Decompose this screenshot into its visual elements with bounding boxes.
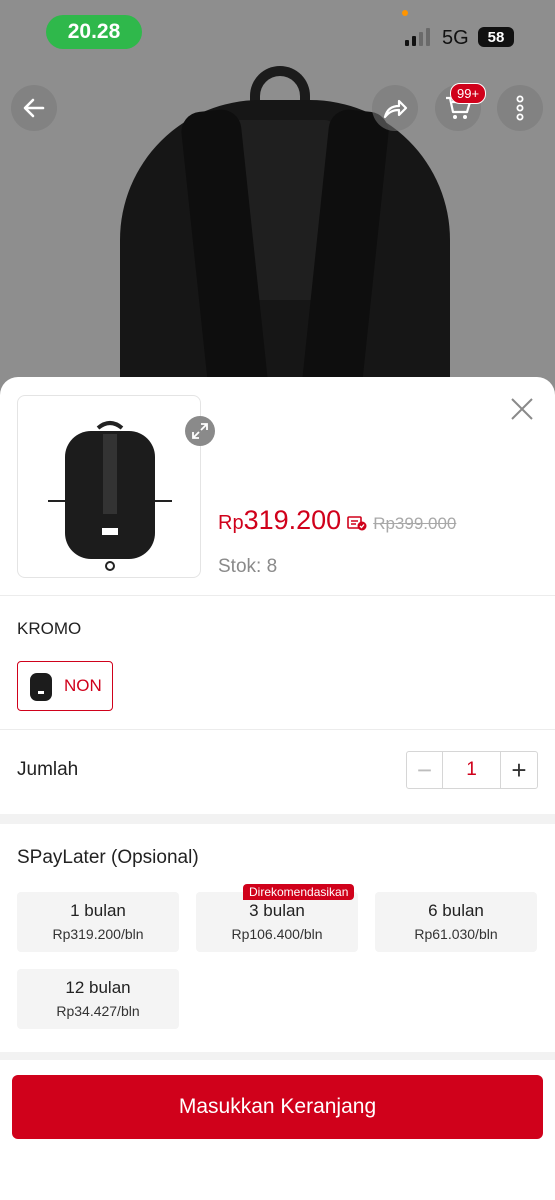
original-price: Rp399.000 — [373, 514, 457, 533]
arrow-left-icon — [23, 98, 45, 118]
price-currency: Rp — [218, 512, 244, 534]
add-to-cart-button[interactable]: Masukkan Keranjang — [12, 1075, 543, 1139]
plan-term: 12 bulan — [65, 978, 131, 997]
paylater-plan-1[interactable]: 1 bulan Rp319.200/bln — [17, 892, 179, 952]
add-to-cart-sheet: Rp 319.200 Rp399.000 Stok: 8 KROMO NON J… — [0, 377, 555, 1200]
status-time: 20.28 — [46, 15, 142, 49]
plan-price: Rp61.030/bln — [414, 926, 498, 942]
section-separator — [0, 814, 555, 824]
plan-term: 1 bulan — [70, 901, 126, 920]
quantity-label: Jumlah — [17, 759, 79, 780]
plan-price: Rp106.400/bln — [231, 926, 323, 942]
paylater-title: SPayLater (Opsional) — [17, 847, 199, 868]
quantity-input[interactable]: 1 — [443, 752, 501, 788]
cart-count-badge: 99+ — [450, 83, 487, 104]
signal-icon — [405, 28, 430, 46]
back-button[interactable] — [11, 85, 57, 131]
paylater-plan-12[interactable]: 12 bulan Rp34.427/bln — [17, 969, 179, 1029]
price-value: 319.200 — [243, 505, 342, 535]
variation-thumbnail-image — [30, 673, 52, 701]
share-button[interactable] — [372, 85, 418, 131]
voucher-icon — [347, 515, 367, 531]
product-photo-background — [0, 0, 555, 420]
plan-price: Rp34.427/bln — [56, 1003, 140, 1019]
variation-title: KROMO — [17, 619, 82, 638]
share-icon — [383, 99, 408, 119]
quantity-stepper: − 1 + — [406, 751, 538, 789]
expand-icon[interactable] — [185, 416, 215, 446]
plan-term: 3 bulan — [249, 901, 305, 920]
variation-option-non[interactable]: NON — [17, 661, 113, 711]
plan-term: 6 bulan — [428, 901, 484, 920]
close-icon[interactable] — [508, 395, 536, 423]
recommended-badge: Direkomendasikan — [243, 884, 355, 900]
paylater-plan-6[interactable]: 6 bulan Rp61.030/bln — [375, 892, 537, 952]
paylater-plan-3[interactable]: Direkomendasikan 3 bulan Rp106.400/bln — [196, 884, 358, 952]
more-options-button[interactable] — [497, 85, 543, 131]
divider — [0, 729, 555, 730]
product-thumbnail[interactable] — [17, 395, 215, 578]
stock-text: Stok: 8 — [218, 556, 278, 577]
section-separator — [0, 1052, 555, 1060]
price-row: Rp 319.200 Rp399.000 — [218, 505, 456, 536]
network-label: 5G — [442, 27, 469, 49]
variation-option-label: NON — [64, 676, 102, 695]
plan-price: Rp319.200/bln — [52, 926, 144, 942]
battery-icon: 58 — [478, 27, 514, 47]
divider — [0, 595, 555, 596]
quantity-increase-button[interactable]: + — [501, 752, 537, 788]
privacy-indicator-icon — [402, 10, 408, 16]
backpack-image — [48, 421, 172, 571]
more-vertical-icon — [516, 95, 524, 121]
quantity-decrease-button[interactable]: − — [407, 752, 443, 788]
